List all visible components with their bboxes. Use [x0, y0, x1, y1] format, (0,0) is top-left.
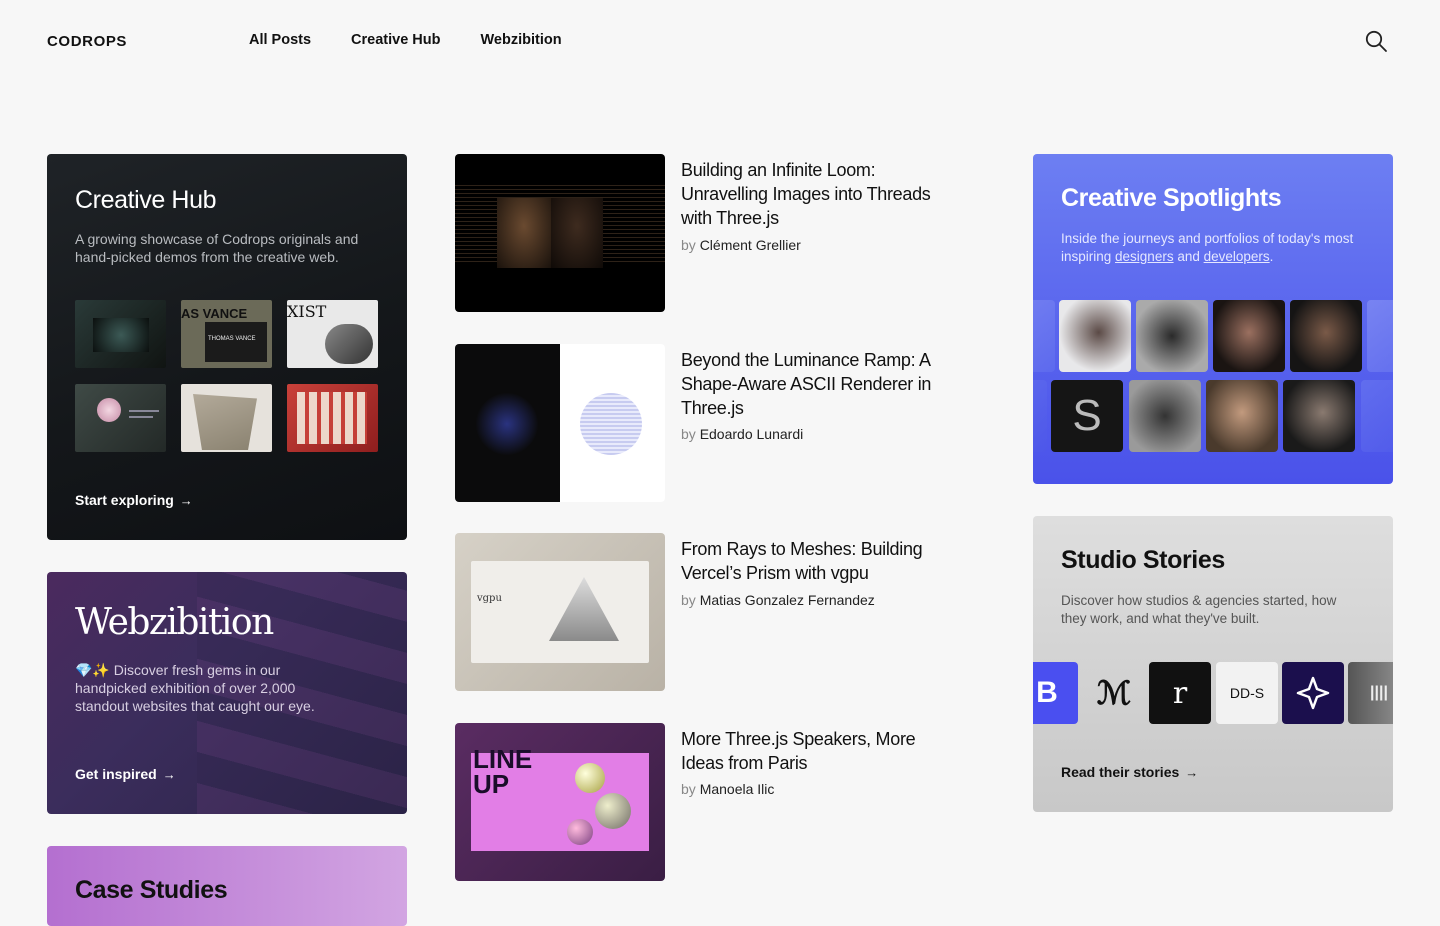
article-author: by Clément Grellier [681, 237, 801, 253]
designers-link-label: designers [1115, 249, 1174, 264]
studio-logo[interactable]: r [1149, 662, 1211, 724]
article-author: by Manoela Ilic [681, 781, 774, 797]
thumb-text: AS VANCE [181, 306, 248, 321]
article-author-prefix: by [681, 592, 696, 608]
developers-link[interactable]: developers [1204, 249, 1270, 264]
article-item[interactable]: LINE UP More Three.js Speakers, More Ide… [455, 723, 955, 881]
creative-spotlights-card[interactable]: Creative Spotlights Inside the journeys … [1033, 154, 1393, 484]
article-item[interactable]: Building an Infinite Loom: Unravelling I… [455, 154, 955, 312]
article-author-name[interactable]: Edoardo Lunardi [700, 426, 804, 442]
case-studies-title: Case Studies [75, 876, 228, 904]
top-navigation: CODROPS All Posts Creative Hub Webzibiti… [0, 0, 1440, 82]
article-author: by Edoardo Lunardi [681, 426, 803, 442]
article-author-name[interactable]: Manoela Ilic [700, 781, 775, 797]
hub-title: Creative Hub [75, 186, 217, 214]
article-author-prefix: by [681, 781, 696, 797]
webzibition-card[interactable]: Webzibition 💎✨ Discover fresh gems in ou… [47, 572, 407, 814]
article-image-text: LINE UP [473, 744, 533, 799]
studio-logo[interactable]: B [1033, 662, 1078, 724]
case-studies-card[interactable]: Case Studies [47, 846, 407, 926]
article-title[interactable]: More Three.js Speakers, More Ideas from … [681, 727, 946, 775]
creative-hub-card[interactable]: Creative Hub A growing showcase of Codro… [47, 154, 407, 540]
portrait[interactable] [1213, 300, 1285, 372]
article-title[interactable]: Beyond the Luminance Ramp: A Shape-Aware… [681, 348, 946, 420]
article-author: by Matias Gonzalez Fernandez [681, 592, 875, 608]
hub-thumbnail[interactable]: AS VANCE THOMAS VANCE [181, 300, 272, 368]
hub-cta[interactable]: Start exploring → [75, 492, 193, 508]
spotlights-desc-text: and [1173, 249, 1204, 264]
hub-thumbnail[interactable] [75, 384, 166, 452]
portrait[interactable] [1129, 380, 1201, 452]
hub-thumbnail[interactable] [181, 384, 272, 452]
arrow-right-icon: → [1185, 764, 1199, 780]
portrait[interactable] [1290, 300, 1362, 372]
sparkle-icon [1296, 676, 1330, 710]
article-item[interactable]: vgpu From Rays to Meshes: Building Verce… [455, 533, 955, 691]
studio-logos: B ℳ r DD-S |||| [1033, 662, 1393, 724]
hub-description: A growing showcase of Codrops originals … [75, 231, 359, 265]
article-item[interactable]: Beyond the Luminance Ramp: A Shape-Aware… [455, 344, 955, 502]
portrait[interactable] [1206, 380, 1278, 452]
portrait[interactable] [1033, 380, 1047, 452]
hub-thumbnail[interactable] [287, 384, 378, 452]
studio-title: Studio Stories [1061, 546, 1225, 574]
portrait[interactable] [1361, 380, 1393, 452]
spotlights-description: Inside the journeys and portfolios of to… [1061, 230, 1371, 266]
hub-thumbnail[interactable]: XIST [287, 300, 378, 368]
article-author-prefix: by [681, 426, 696, 442]
studio-logo[interactable] [1282, 662, 1344, 724]
spotlights-desc-text: . [1269, 249, 1274, 264]
portrait[interactable] [1033, 300, 1055, 372]
article-image-text: vgpu [477, 593, 502, 604]
main-nav: All Posts Creative Hub Webzibition [249, 32, 562, 48]
webzibition-cta-label: Get inspired [75, 766, 157, 782]
article-author-name[interactable]: Clément Grellier [700, 237, 801, 253]
article-title[interactable]: Building an Infinite Loom: Unravelling I… [681, 158, 946, 230]
studio-cta[interactable]: Read their stories → [1061, 764, 1198, 780]
nav-webzibition[interactable]: Webzibition [481, 32, 562, 48]
portrait[interactable] [1136, 300, 1208, 372]
hub-thumbnails: AS VANCE THOMAS VANCE XIST [75, 300, 378, 452]
article-thumbnail[interactable]: LINE UP [455, 723, 665, 881]
hub-cta-label: Start exploring [75, 492, 174, 508]
site-logo[interactable]: CODROPS [47, 33, 127, 50]
hub-thumbnail[interactable] [75, 300, 166, 368]
portrait[interactable] [1283, 380, 1355, 452]
developers-link-label: developers [1203, 249, 1270, 264]
article-thumbnail[interactable]: vgpu [455, 533, 665, 691]
studio-logo[interactable]: |||| [1348, 662, 1393, 724]
webzibition-title: Webzibition [75, 602, 274, 643]
thumb-text: THOMAS VANCE [208, 336, 256, 342]
webzibition-description: 💎✨ Discover fresh gems in our handpicked… [75, 662, 315, 714]
arrow-right-icon: → [179, 492, 193, 508]
studio-cta-label: Read their stories [1061, 764, 1180, 780]
studio-description: Discover how studios & agencies started,… [1061, 593, 1337, 626]
nav-all-posts[interactable]: All Posts [249, 32, 311, 48]
article-thumbnail[interactable] [455, 154, 665, 312]
spotlights-title: Creative Spotlights [1061, 184, 1282, 212]
studio-logo[interactable]: DD-S [1216, 662, 1278, 724]
article-author-prefix: by [681, 237, 696, 253]
nav-creative-hub[interactable]: Creative Hub [351, 32, 440, 48]
portrait[interactable] [1059, 300, 1131, 372]
portrait[interactable]: S [1051, 380, 1123, 452]
search-icon[interactable] [1364, 29, 1388, 53]
arrow-right-icon: → [162, 766, 176, 782]
article-thumbnail[interactable] [455, 344, 665, 502]
designers-link[interactable]: designers [1115, 249, 1174, 264]
webzibition-cta[interactable]: Get inspired → [75, 766, 176, 782]
article-title[interactable]: From Rays to Meshes: Building Vercel’s P… [681, 537, 946, 585]
studio-logo[interactable]: ℳ [1083, 662, 1145, 724]
article-author-name[interactable]: Matias Gonzalez Fernandez [700, 592, 875, 608]
thumb-text: XIST [287, 302, 327, 321]
portrait[interactable] [1367, 300, 1393, 372]
studio-stories-card[interactable]: Studio Stories Discover how studios & ag… [1033, 516, 1393, 812]
